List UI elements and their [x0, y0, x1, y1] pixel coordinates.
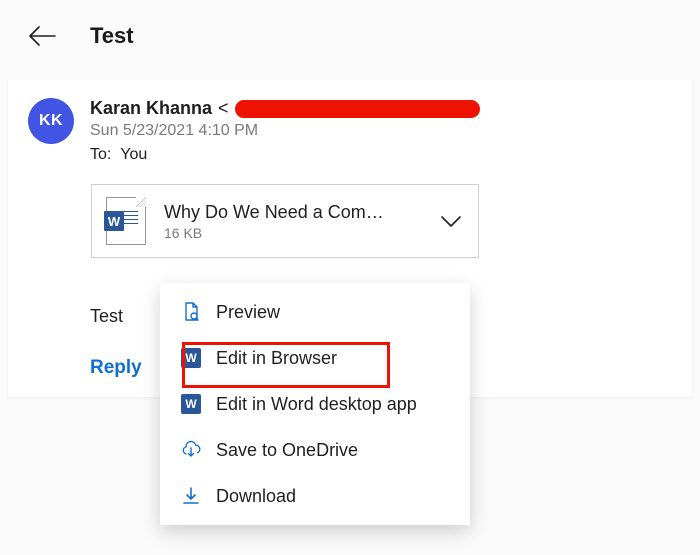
- menu-item-download[interactable]: Download: [160, 473, 470, 519]
- page-title: Test: [90, 23, 134, 49]
- word-icon: W: [180, 393, 202, 415]
- bracket-open: <: [218, 98, 229, 119]
- menu-item-save-onedrive[interactable]: Save to OneDrive: [160, 427, 470, 473]
- back-button[interactable]: [24, 18, 60, 54]
- sender-line: Karan Khanna <: [90, 98, 674, 119]
- header: Test: [0, 0, 700, 72]
- word-doc-icon: W: [106, 197, 146, 245]
- recipients-value: You: [120, 146, 147, 163]
- attachment-text: Why Do We Need a Com… 16 KB: [164, 202, 430, 241]
- menu-label: Edit in Word desktop app: [216, 394, 417, 415]
- preview-icon: [180, 301, 202, 323]
- attachment-chip[interactable]: W Why Do We Need a Com… 16 KB: [91, 184, 479, 258]
- attachment-name: Why Do We Need a Com…: [164, 202, 430, 223]
- chevron-down-icon[interactable]: [438, 212, 464, 230]
- menu-label: Preview: [216, 302, 280, 323]
- menu-item-edit-desktop[interactable]: W Edit in Word desktop app: [160, 381, 470, 427]
- download-icon: [180, 485, 202, 507]
- menu-label: Save to OneDrive: [216, 440, 358, 461]
- arrow-left-icon: [27, 25, 57, 47]
- avatar: KK: [28, 98, 74, 144]
- menu-label: Edit in Browser: [216, 348, 337, 369]
- recipients-line: To: You: [90, 146, 674, 164]
- menu-item-edit-browser[interactable]: W Edit in Browser: [160, 335, 470, 381]
- word-icon: W: [180, 347, 202, 369]
- menu-item-preview[interactable]: Preview: [160, 289, 470, 335]
- reply-button[interactable]: Reply: [90, 357, 142, 379]
- cloud-download-icon: [180, 439, 202, 461]
- attachment-menu: Preview W Edit in Browser W Edit in Word…: [160, 283, 470, 525]
- to-label: To:: [90, 146, 111, 163]
- email-redacted: [235, 100, 480, 118]
- menu-label: Download: [216, 486, 296, 507]
- attachment-size: 16 KB: [164, 225, 430, 241]
- sender-name: Karan Khanna: [90, 98, 212, 119]
- timestamp: Sun 5/23/2021 4:10 PM: [90, 122, 674, 140]
